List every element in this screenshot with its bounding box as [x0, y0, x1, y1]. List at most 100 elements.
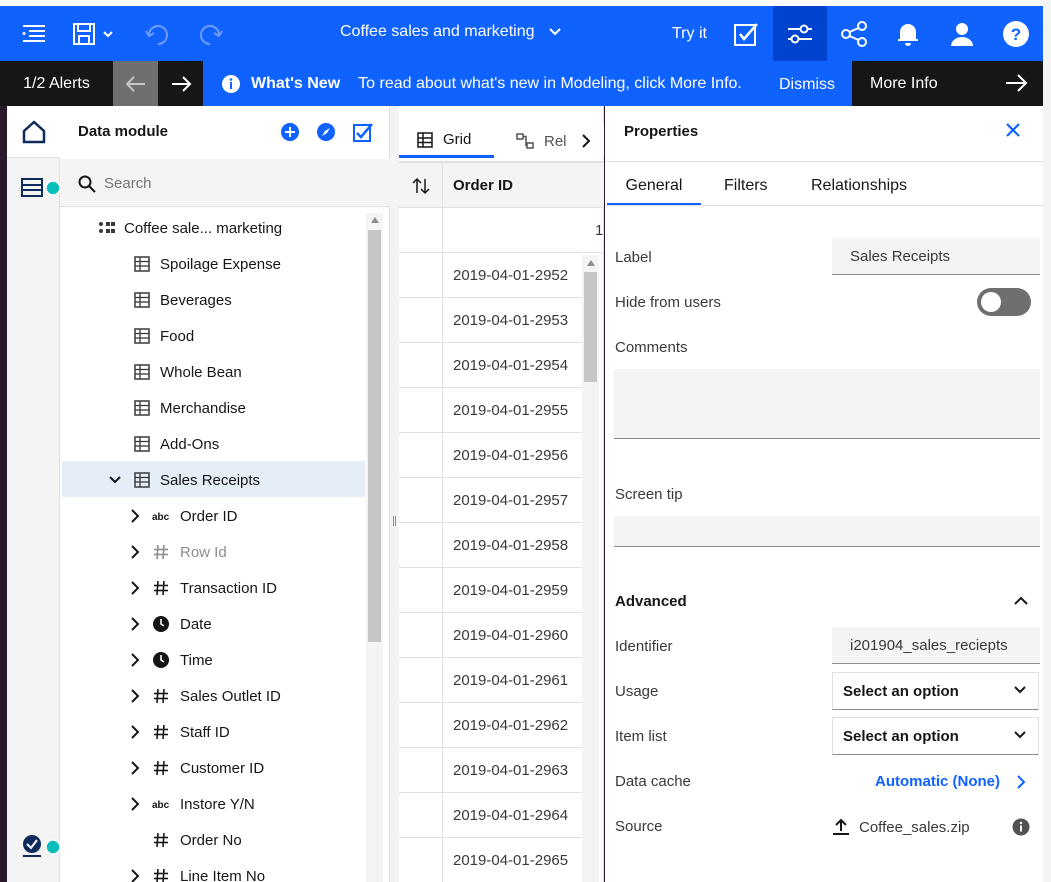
table-row[interactable]: 2019-04-01-2955 — [399, 388, 582, 433]
tree-column-item[interactable]: abc Order ID — [130, 498, 238, 534]
compass-icon[interactable] — [316, 122, 336, 142]
tab-grid[interactable]: Grid — [399, 124, 494, 158]
checkbox-icon[interactable] — [352, 121, 374, 143]
screen-tip-input[interactable] — [614, 516, 1040, 547]
tab-relationships[interactable]: Relationships — [811, 172, 907, 206]
usage-select[interactable]: Select an option — [832, 672, 1039, 710]
next-alert-button[interactable] — [158, 61, 203, 106]
share-icon[interactable] — [830, 6, 878, 61]
tree-table-item[interactable]: Add-Ons — [134, 426, 219, 462]
sort-button[interactable] — [399, 163, 443, 209]
data-cache-link[interactable]: Automatic (None) — [875, 773, 1000, 790]
search-bar — [60, 159, 390, 207]
tree-root-item[interactable]: Coffee sale... marketing — [98, 210, 282, 246]
table-row[interactable]: 2019-04-01-2965 — [399, 838, 582, 882]
table-row[interactable]: 2019-04-01-2964 — [399, 793, 582, 838]
sliders-icon[interactable] — [776, 6, 824, 61]
table-row[interactable]: 2019-04-01-2958 — [399, 523, 582, 568]
table-row[interactable]: 2019-04-01-2952 — [399, 253, 582, 298]
grid-scrollbar-thumb[interactable] — [584, 272, 597, 382]
table-row[interactable]: 2019-04-01-2956 — [399, 433, 582, 478]
tab-relationships[interactable]: Rel — [516, 124, 567, 158]
panel-splitter[interactable] — [390, 106, 399, 882]
tree-table-item[interactable]: Beverages — [134, 282, 232, 318]
add-icon[interactable] — [280, 122, 300, 142]
module-title-menu[interactable]: Coffee sales and marketing — [340, 23, 562, 41]
table-row[interactable]: 2019-04-01-2953 — [399, 298, 582, 343]
tree-scrollbar-thumb[interactable] — [368, 230, 381, 642]
validate-icon[interactable] — [722, 6, 770, 61]
tree-item-label: Spoilage Expense — [160, 255, 281, 273]
table-row[interactable]: 2019-04-01-2960 — [399, 613, 582, 658]
tree-item-label: Sales Receipts — [160, 471, 261, 489]
chevron-right-icon[interactable] — [1016, 774, 1026, 790]
tree-column-item[interactable]: Time — [130, 642, 213, 678]
tree-item-label: Whole Bean — [160, 363, 242, 381]
tab-general[interactable]: General — [607, 172, 701, 206]
item-list-select[interactable]: Select an option — [832, 717, 1039, 755]
table-row[interactable]: 2019-04-01-2962 — [399, 703, 582, 748]
row-number-cell — [399, 388, 443, 433]
help-icon[interactable]: ? — [992, 6, 1040, 61]
tree-column-item[interactable]: Line Item No — [130, 858, 265, 882]
tab-filters[interactable]: Filters — [724, 172, 768, 206]
previous-alert-button[interactable] — [113, 61, 158, 106]
table-icon — [134, 364, 150, 380]
table-row[interactable]: 2019-04-01-2957 — [399, 478, 582, 523]
tree-table-item[interactable]: Merchandise — [134, 390, 246, 426]
table-row[interactable]: 2019-04-01-2954 — [399, 343, 582, 388]
row-number-cell — [399, 253, 443, 298]
advanced-section-title[interactable]: Advanced — [615, 593, 687, 610]
comments-textarea[interactable] — [614, 369, 1040, 439]
tree-column-item[interactable]: Date — [130, 606, 212, 642]
scroll-up-icon[interactable] — [586, 259, 596, 267]
dismiss-button[interactable]: Dismiss — [779, 76, 835, 94]
arrow-left-icon — [125, 75, 145, 92]
properties-title: Properties — [624, 123, 699, 140]
validation-status-button[interactable] — [21, 834, 61, 858]
search-input[interactable] — [104, 169, 364, 197]
tree-table-item[interactable]: Whole Bean — [134, 354, 242, 390]
sources-button[interactable] — [21, 178, 61, 198]
usage-select-value: Select an option — [843, 683, 959, 700]
chevron-down-icon — [1014, 731, 1026, 739]
tab-relationships-label: Rel — [544, 132, 567, 150]
column-header-order-id[interactable]: Order ID — [453, 177, 513, 194]
tree-column-item[interactable]: Row Id — [130, 534, 227, 570]
scroll-up-icon[interactable] — [370, 216, 380, 224]
table-row[interactable]: 2019-04-01-2961 — [399, 658, 582, 703]
tree-column-item[interactable]: Customer ID — [130, 750, 264, 786]
info-icon[interactable] — [1012, 818, 1030, 836]
identifier-label: Identifier — [615, 638, 673, 655]
item-list-label: Item list — [615, 728, 667, 745]
table-row[interactable]: 2019-04-01-2959 — [399, 568, 582, 613]
identifier-input[interactable]: i201904_sales_reciepts — [832, 627, 1040, 664]
tree-column-item[interactable]: abc Instore Y/N — [130, 786, 255, 822]
chevron-up-icon[interactable] — [1013, 595, 1029, 607]
table-row[interactable]: 2019-04-01-2963 — [399, 748, 582, 793]
chevron-right-icon — [131, 761, 140, 775]
home-button[interactable] — [7, 106, 60, 158]
notification-bell-icon[interactable] — [884, 6, 932, 61]
hide-from-users-toggle[interactable] — [977, 288, 1031, 316]
redo-icon[interactable] — [186, 6, 234, 61]
tree-column-item[interactable]: Transaction ID — [130, 570, 277, 606]
tree-table-item[interactable]: Food — [134, 318, 194, 354]
usage-label: Usage — [615, 683, 659, 700]
tree-table-item-selected[interactable]: Sales Receipts — [108, 462, 260, 498]
tree-table-item[interactable]: Spoilage Expense — [134, 246, 281, 282]
tree-column-item[interactable]: Sales Outlet ID — [130, 678, 281, 714]
tree-column-item[interactable]: Order No — [130, 822, 242, 858]
label-input[interactable]: Sales Receipts — [832, 238, 1040, 275]
user-profile-icon[interactable] — [938, 6, 986, 61]
try-it-button[interactable]: Try it — [672, 25, 707, 43]
alert-count: 1/2 Alerts — [23, 74, 90, 92]
tab-scroll-right-button[interactable] — [568, 124, 604, 158]
menu-icon[interactable] — [10, 6, 58, 61]
close-icon[interactable] — [1003, 120, 1023, 140]
undo-icon[interactable] — [134, 6, 182, 61]
more-info-button[interactable]: More Info — [870, 75, 938, 93]
save-icon[interactable] — [66, 6, 126, 61]
arrow-right-icon[interactable] — [1004, 73, 1028, 93]
tree-column-item[interactable]: Staff ID — [130, 714, 230, 750]
